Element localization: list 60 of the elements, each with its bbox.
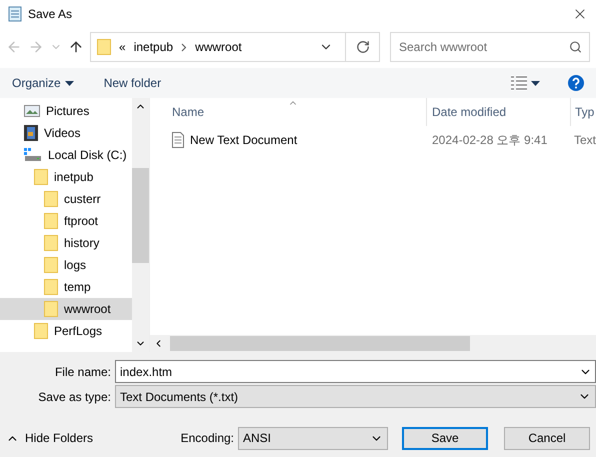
navigation-item[interactable]: Pictures [0,100,132,122]
folder-icon [34,323,48,339]
up-arrow-icon[interactable] [68,39,84,55]
file-type: Text [574,133,596,147]
refresh-icon [356,40,370,54]
column-header[interactable]: Name [150,98,426,126]
horizontal-scrollbar[interactable] [150,335,596,352]
folder-icon [34,169,48,185]
view-options-button[interactable] [511,76,540,90]
breadcrumb[interactable]: inetpub [134,40,174,54]
drive-icon [24,148,42,162]
file-name-field[interactable]: index.htm [115,360,596,383]
field-label: File name: [54,364,112,378]
navigation-item[interactable]: wwwroot [0,298,132,320]
new-folder-button[interactable]: New folder [104,76,162,90]
film-icon [24,125,38,141]
file-name: New Text Document [190,133,298,147]
search-field[interactable]: Search wwwroot [390,32,590,62]
folder-icon [44,191,58,207]
file-row[interactable]: New Text Document 2024-02-28 오후 9:41 Text [150,128,596,152]
notepad-icon [8,6,22,22]
picture-icon [24,105,40,117]
organize-button[interactable]: Organize [12,76,74,90]
address-bar[interactable]: « inetpub wwwroot [90,32,380,62]
vertical-scrollbar[interactable] [132,98,149,352]
navigation-item[interactable]: Videos [0,122,132,144]
navigation-item[interactable]: Local Disk (C:) [0,144,132,166]
navigation-item[interactable]: ftproot [0,210,132,232]
folder-icon [44,213,58,229]
field-label: Save as type: [37,390,112,404]
navigation-item[interactable]: custerr [0,188,132,210]
folder-icon [44,279,58,295]
list-view-icon [511,76,527,90]
search-icon [569,40,582,54]
cancel-button[interactable]: Cancel [504,426,590,450]
overflow-marker[interactable]: « [119,40,126,54]
chevron-right-icon [181,42,188,52]
document-icon [172,132,184,148]
navigation-item[interactable]: temp [0,276,132,298]
folder-icon [44,257,58,273]
caret-icon [531,80,540,86]
navigation-item[interactable]: logs [0,254,132,276]
column-header[interactable]: Date modified [426,98,570,126]
file-type-dropdown[interactable]: Text Documents (*.txt) [115,385,596,408]
hide-folders-button[interactable]: Hide Folders [6,431,94,445]
folder-icon [44,235,58,251]
window-title: Save As [28,7,74,21]
navigation-item[interactable]: PerfLogs [0,320,132,342]
folder-icon [97,39,111,55]
breadcrumb[interactable]: wwwroot [195,40,242,54]
navigation-item[interactable]: history [0,232,132,254]
field-label: Encoding: [180,431,234,445]
folder-icon [44,301,58,317]
navigation-item[interactable]: inetpub [0,166,132,188]
help-icon[interactable] [568,75,584,91]
column-header[interactable]: Typ [570,98,596,126]
caret-icon [64,80,74,86]
save-button[interactable]: Save [402,426,488,450]
encoding-dropdown[interactable]: ANSI [238,426,388,450]
date-modified: 2024-02-28 오후 9:41 [432,132,548,148]
